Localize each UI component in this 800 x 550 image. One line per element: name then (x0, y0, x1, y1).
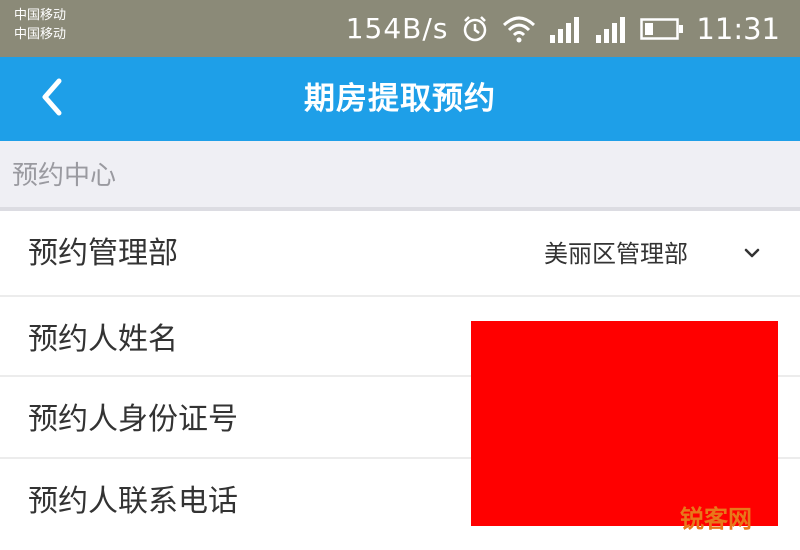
alarm-icon (460, 14, 490, 44)
nav-bar: 期房提取预约 (0, 57, 800, 141)
wifi-icon (502, 15, 536, 43)
battery-icon (640, 17, 684, 41)
watermark: 锐客网 (680, 505, 752, 533)
page-title: 期房提取预约 (304, 81, 496, 117)
chevron-down-icon[interactable] (740, 241, 764, 265)
clock: 11:31 (696, 11, 780, 46)
back-button[interactable] (22, 69, 82, 129)
applicant-phone-label: 预约人联系电话 (28, 484, 238, 519)
carrier-name: 中国移动 (14, 27, 67, 42)
applicant-id-label: 预约人身份证号 (28, 402, 238, 437)
network-speed: 154B/s (345, 12, 449, 45)
signal-icon (548, 15, 582, 43)
section-header: 预约中心 (0, 141, 800, 211)
applicant-name-label: 预约人姓名 (28, 322, 178, 357)
back-arrow-icon (39, 77, 65, 121)
status-bar: 中国移动 中国移动 154B/s 11:31 (0, 0, 800, 57)
status-indicators: 154B/s 11:31 (346, 0, 780, 57)
redaction-box (471, 321, 778, 526)
management-dept-row[interactable]: 预约管理部 美丽区管理部 (0, 211, 800, 297)
carrier-name: 中国移动 (14, 8, 67, 23)
section-label: 预约中心 (12, 161, 117, 191)
signal-icon (594, 15, 628, 43)
management-dept-label: 预约管理部 (28, 236, 178, 271)
management-dept-select[interactable]: 美丽区管理部 (544, 211, 688, 297)
carrier-labels: 中国移动 中国移动 (14, 6, 66, 44)
